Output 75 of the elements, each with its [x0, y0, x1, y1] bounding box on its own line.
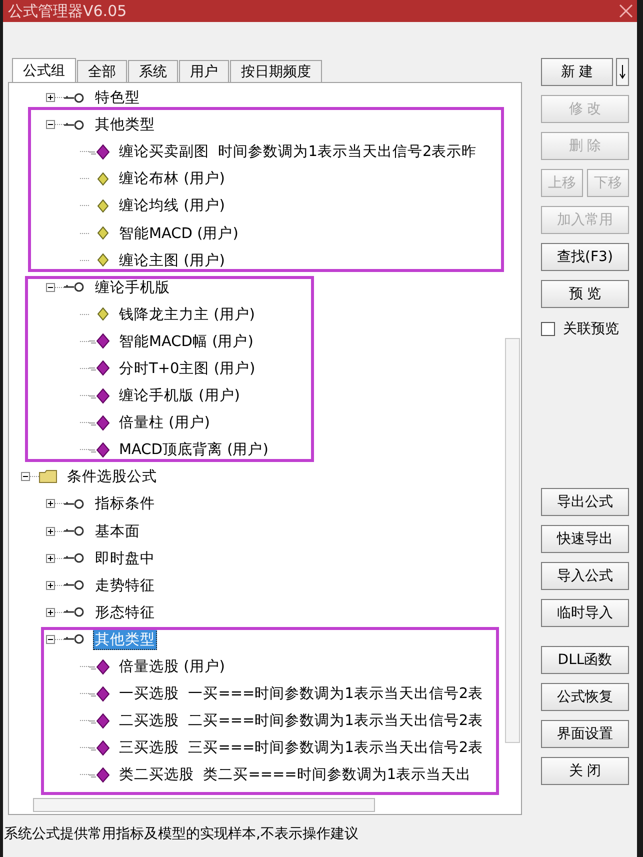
tab[interactable]: 公式组: [12, 58, 76, 82]
tree-item[interactable]: 条件选股公式: [65, 466, 159, 488]
tree-item[interactable]: 缠论手机版 (用户): [117, 385, 242, 406]
collapse-icon[interactable]: [46, 120, 55, 130]
tree-item[interactable]: 特色型: [93, 87, 142, 108]
collapse-icon[interactable]: [46, 282, 55, 292]
tree-item[interactable]: 缠论均线 (用户): [117, 195, 227, 216]
dropdown-button[interactable]: [616, 58, 629, 86]
key-icon: [64, 120, 86, 130]
expand-icon[interactable]: [46, 554, 55, 563]
action-button[interactable]: DLL函数: [541, 646, 629, 674]
tree-item[interactable]: 缠论买卖副图 时间参数调为1表示当天出信号2表示昨: [117, 141, 479, 162]
action-button[interactable]: 临时导入: [541, 599, 629, 627]
tree-item[interactable]: 缠论手机版: [93, 276, 172, 298]
tree-item[interactable]: 类二买选股 类二买====时间参数调为1表示当天出: [117, 764, 474, 786]
tree-item[interactable]: 其他类型: [93, 114, 157, 136]
tree-item[interactable]: 三买选股 三买===时间参数调为1表示当天出信号2表: [117, 737, 486, 758]
diamond-icon: [97, 226, 109, 240]
key-icon: [64, 580, 86, 590]
action-button[interactable]: 关 闭: [541, 757, 629, 785]
tab[interactable]: 系统: [128, 60, 178, 82]
tree-item[interactable]: 钱降龙主力主 (用户): [117, 304, 257, 325]
action-button[interactable]: 界面设置: [541, 720, 629, 748]
collapse-icon[interactable]: [46, 634, 55, 644]
expand-icon[interactable]: [46, 608, 55, 617]
close-icon[interactable]: [619, 4, 633, 18]
action-button[interactable]: 快速导出: [541, 525, 629, 553]
tree-item[interactable]: 缠论主图 (用户): [117, 250, 227, 271]
key-icon: [64, 634, 86, 644]
collapse-icon[interactable]: [21, 472, 30, 482]
expand-icon[interactable]: [46, 93, 55, 102]
diamond-icon: [97, 253, 109, 268]
action-button[interactable]: 查找(F3): [541, 243, 629, 271]
key-icon: [64, 553, 86, 564]
checkbox[interactable]: [541, 322, 555, 336]
tree-item[interactable]: 智能MACD幅 (用户): [117, 330, 256, 352]
diamond-icon: [97, 172, 109, 186]
action-button[interactable]: 导入公式: [541, 562, 629, 590]
key-icon: [64, 607, 86, 618]
tree-item[interactable]: 倍量柱 (用户): [117, 412, 212, 434]
status-text: 系统公式提供常用指标及模型的实现样本,不表示操作建议: [3, 825, 360, 843]
tree-item[interactable]: 指标条件: [93, 493, 157, 514]
key-icon: [64, 526, 86, 536]
expand-icon[interactable]: [46, 526, 55, 536]
tree-item[interactable]: 缠论布林 (用户): [117, 168, 227, 190]
tree-item[interactable]: 智能MACD (用户): [117, 222, 240, 244]
action-button[interactable]: 公式恢复: [541, 683, 629, 711]
window-title: 公式管理器V6.05: [8, 2, 127, 20]
diamond-icon: [97, 198, 109, 213]
key-icon: [64, 282, 86, 292]
tree-item[interactable]: 形态特征: [93, 602, 157, 623]
action-button[interactable]: 预 览: [541, 280, 629, 308]
tree-item[interactable]: 倍量选股 (用户): [117, 656, 227, 678]
action-button[interactable]: 导出公式: [541, 488, 629, 516]
tree-item[interactable]: 二买选股 二买===时间参数调为1表示当天出信号2表: [117, 710, 486, 732]
key-icon: [64, 92, 86, 103]
tab[interactable]: 全部: [77, 60, 127, 82]
tree-item[interactable]: 基本面: [93, 520, 142, 542]
key-icon: [64, 498, 86, 509]
down-arrow-icon: [619, 64, 626, 80]
scrollbar[interactable]: [505, 338, 520, 743]
expand-icon[interactable]: [46, 580, 55, 590]
scrollbar[interactable]: [33, 798, 375, 812]
tree-item[interactable]: MACD顶底背离 (用户): [117, 439, 270, 460]
tab[interactable]: 按日期频度: [230, 60, 322, 82]
diamond-icon: [97, 307, 109, 322]
checkbox-label: 关联预览: [563, 320, 619, 338]
expand-icon[interactable]: [46, 499, 55, 508]
tree-item[interactable]: 一买选股 一买===时间参数调为1表示当天出信号2表: [117, 683, 486, 704]
tree-item[interactable]: 即时盘中: [93, 548, 157, 569]
tab[interactable]: 用户: [179, 60, 229, 82]
action-button[interactable]: 新 建: [541, 58, 613, 86]
folder-icon: [39, 470, 57, 484]
tree-item[interactable]: 分时T+0主图 (用户): [117, 358, 258, 379]
tree-item[interactable]: 走势特征: [93, 574, 157, 596]
